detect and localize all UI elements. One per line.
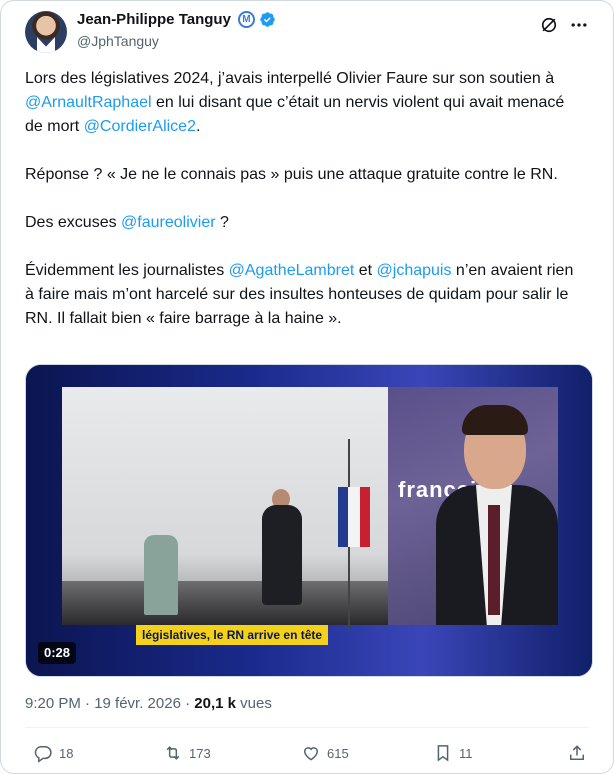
mention-link[interactable]: @AgatheLambret xyxy=(229,262,355,279)
stage-floor xyxy=(62,581,388,625)
tweet-paragraph-3: Des excuses @faureolivier ? xyxy=(25,211,585,235)
tweet-paragraph-1: Lors des législatives 2024, j’avais inte… xyxy=(25,67,585,139)
text-segment: Réponse ? « Je ne le connais pas » puis … xyxy=(25,166,558,183)
share-icon xyxy=(570,745,584,760)
bookmark-count: 11 xyxy=(459,745,473,761)
text-segment: Des excuses xyxy=(25,214,122,231)
verified-badge-icon[interactable] xyxy=(259,11,276,28)
text-segment: Évidemment les journalistes xyxy=(25,262,229,279)
author-handle[interactable]: @JphTanguy xyxy=(77,33,159,49)
retweet-button[interactable]: 173 xyxy=(163,743,211,763)
text-segment: ? xyxy=(215,214,229,231)
divider xyxy=(25,727,589,728)
tweet-text: Lors des législatives 2024, j’avais inte… xyxy=(25,67,585,355)
reply-count: 18 xyxy=(59,745,74,761)
camera-operator xyxy=(144,535,178,615)
affiliation-badge-icon[interactable]: M xyxy=(237,11,255,28)
views-count: 20,1 k xyxy=(194,695,236,712)
speaker-hair xyxy=(462,405,528,435)
tweet-paragraph-2: Réponse ? « Je ne le connais pas » puis … xyxy=(25,163,585,187)
video-frame: franceinfo: législatives, le RN arrive e… xyxy=(26,365,592,676)
author-name-row: Jean-Philippe Tanguy M xyxy=(77,11,276,28)
like-count: 615 xyxy=(327,745,349,761)
mention-link[interactable]: @ArnaultRaphael xyxy=(25,94,152,111)
walking-man xyxy=(262,505,302,605)
text-segment: Lors des législatives 2024, j’avais inte… xyxy=(25,70,555,87)
mention-link[interactable]: @faureolivier xyxy=(121,214,216,231)
mention-link[interactable]: @jchapuis xyxy=(377,262,452,279)
bookmark-icon xyxy=(437,745,449,762)
tweet-header: Jean-Philippe Tanguy M @JphTanguy xyxy=(25,11,589,59)
retweet-count: 173 xyxy=(189,745,211,761)
text-segment: . xyxy=(195,118,201,135)
heart-icon xyxy=(303,747,319,761)
flag-white xyxy=(348,487,360,547)
video-banner: législatives, le RN arrive en tête xyxy=(136,625,329,645)
retweet-icon xyxy=(166,746,180,760)
video-player[interactable]: franceinfo: législatives, le RN arrive e… xyxy=(25,364,593,677)
tweet-timestamp[interactable]: 9:20 PM · 19 févr. 2026 · xyxy=(25,695,194,712)
mention-link[interactable]: @CordierAlice2 xyxy=(84,118,196,135)
author-display-name[interactable]: Jean-Philippe Tanguy xyxy=(77,11,231,28)
tweet-paragraph-4: Évidemment les journalistes @AgatheLambr… xyxy=(25,259,585,331)
views-label: vues xyxy=(235,695,272,712)
flag-red xyxy=(360,487,370,547)
author-avatar[interactable] xyxy=(25,11,67,53)
bookmark-button[interactable]: 11 xyxy=(433,743,473,763)
flag-blue xyxy=(338,487,348,547)
share-button[interactable] xyxy=(567,743,587,763)
reply-button[interactable]: 18 xyxy=(33,743,73,763)
reply-icon xyxy=(34,746,52,763)
tweet-actions: 18 173 615 11 xyxy=(25,743,589,771)
tweet-meta: 9:20 PM · 19 févr. 2026 · 20,1 k vues xyxy=(25,695,272,712)
text-segment: et xyxy=(354,262,377,279)
like-button[interactable]: 615 xyxy=(301,743,349,763)
speaker-tie xyxy=(488,505,500,615)
video-duration: 0:28 xyxy=(38,642,77,664)
more-options-icon[interactable] xyxy=(569,15,589,35)
grok-icon[interactable] xyxy=(539,15,559,35)
tweet-card: Jean-Philippe Tanguy M @JphTanguy Lors d… xyxy=(0,0,614,774)
